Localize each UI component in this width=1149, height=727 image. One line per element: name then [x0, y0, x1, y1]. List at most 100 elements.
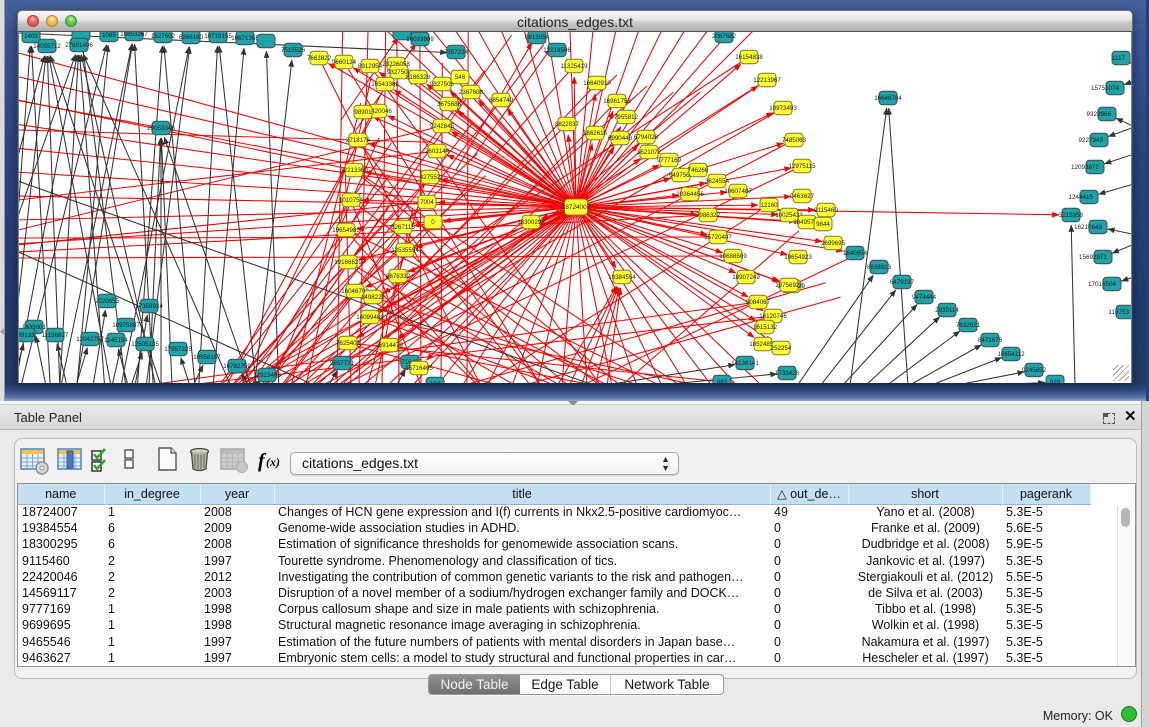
svg-text:16033809: 16033809	[406, 36, 434, 43]
svg-text:19166829: 19166829	[334, 259, 362, 266]
svg-text:9844: 9844	[816, 221, 830, 228]
svg-text:98901: 98901	[354, 109, 372, 116]
svg-text:8938923: 8938923	[867, 264, 892, 271]
svg-text:252254: 252254	[771, 345, 792, 352]
svg-text:17016504: 17016504	[1088, 281, 1117, 288]
svg-text:16543362: 16543362	[371, 81, 399, 88]
svg-text:12213967: 12213967	[753, 77, 781, 84]
svg-text:8822037: 8822037	[555, 121, 580, 128]
svg-text:12093872: 12093872	[1071, 164, 1100, 171]
svg-text:7485063: 7485063	[782, 137, 807, 144]
svg-text:2367608: 2367608	[459, 89, 484, 96]
svg-text:3624554: 3624554	[705, 178, 730, 185]
svg-text:39133: 39133	[19, 332, 35, 339]
svg-text:1145194: 1145194	[104, 337, 128, 344]
svg-text:8854749: 8854749	[489, 97, 514, 104]
svg-text:1117: 1117	[1112, 55, 1126, 62]
svg-text:10719155: 10719155	[204, 33, 232, 40]
svg-text:18724007: 18724007	[562, 204, 591, 211]
svg-text:1085: 1085	[102, 32, 116, 39]
svg-text:1403: 1403	[24, 33, 38, 40]
svg-text:11156827: 11156827	[42, 332, 69, 339]
svg-text:883: 883	[717, 379, 728, 383]
svg-text:9115460: 9115460	[814, 207, 838, 214]
svg-text:19384554: 19384554	[608, 274, 636, 281]
svg-text:8878332: 8878332	[386, 273, 411, 280]
svg-text:9660124: 9660124	[332, 59, 357, 66]
svg-text:929: 929	[1050, 379, 1061, 383]
svg-text:1862615: 1862615	[583, 130, 608, 137]
svg-text:9245652: 9245652	[1022, 367, 1047, 374]
svg-text:8912954: 8912954	[358, 63, 383, 70]
svg-text:12160: 12160	[760, 202, 778, 209]
svg-text:15751074: 15751074	[1091, 85, 1120, 92]
svg-text:16782759: 16782759	[223, 363, 251, 370]
svg-text:10975887: 10975887	[112, 322, 140, 329]
svg-text:12218506: 12218506	[543, 47, 571, 54]
svg-text:10973493: 10973493	[769, 105, 797, 112]
svg-text:2718176: 2718176	[346, 137, 371, 144]
svg-text:1640954: 1640954	[843, 250, 868, 257]
svg-text:1733426: 1733426	[775, 370, 800, 377]
svg-text:15716465: 15716465	[405, 365, 433, 372]
svg-text:15692971: 15692971	[1079, 254, 1108, 261]
svg-text:7625402: 7625402	[336, 340, 361, 347]
svg-text:6479197: 6479197	[890, 279, 915, 286]
svg-text:9084067: 9084067	[746, 299, 771, 306]
svg-text:427552: 427552	[420, 174, 441, 181]
svg-text:16961758: 16961758	[603, 98, 631, 105]
svg-text:29053346: 29053346	[147, 125, 175, 132]
svg-text:6966160: 6966160	[179, 34, 204, 41]
svg-text:746266: 746266	[688, 167, 709, 174]
svg-text:9242845: 9242845	[430, 123, 455, 130]
svg-text:1527602: 1527602	[151, 33, 176, 40]
svg-text:19654985: 19654985	[332, 227, 360, 234]
svg-text:124: 124	[430, 381, 441, 383]
svg-text:12975115: 12975115	[788, 163, 816, 170]
svg-text:6794028: 6794028	[634, 134, 659, 141]
svg-text:7663822: 7663822	[307, 55, 332, 62]
svg-text:12042757: 12042757	[76, 336, 104, 343]
svg-text:8471676: 8471676	[978, 337, 1003, 344]
svg-text:10607487: 10607487	[724, 188, 752, 195]
svg-text:14136141: 14136141	[731, 360, 759, 367]
svg-text:16120746: 16120746	[759, 313, 787, 320]
svg-text:2020655: 2020655	[95, 298, 120, 305]
svg-text:10671355: 10671355	[231, 35, 259, 42]
svg-text:20364456: 20364456	[676, 191, 704, 198]
svg-text:27691406: 27691406	[65, 42, 93, 49]
svg-text:16154838: 16154838	[735, 54, 763, 61]
svg-text:12505135: 12505135	[131, 341, 159, 348]
svg-text:2087682: 2087682	[712, 33, 737, 40]
svg-text:546: 546	[455, 74, 466, 81]
svg-text:1621072: 1621072	[637, 149, 662, 156]
svg-text:17359924: 17359924	[135, 303, 163, 310]
svg-text:1010754: 1010754	[339, 197, 364, 204]
svg-text:15720407: 15720407	[704, 234, 732, 241]
svg-text:16210643: 16210643	[1074, 224, 1103, 231]
svg-text:16914479: 16914479	[375, 342, 403, 349]
svg-text:9857721: 9857721	[330, 360, 355, 367]
svg-text:10853267: 10853267	[120, 32, 148, 38]
svg-text:7986322: 7986322	[696, 212, 721, 219]
svg-text:13535594: 13535594	[391, 247, 419, 254]
svg-text:10688609: 10688609	[719, 253, 747, 260]
svg-text:1615132: 1615132	[753, 324, 778, 331]
svg-text:10958167: 10958167	[193, 354, 221, 361]
svg-text:17957225: 17957225	[164, 346, 192, 353]
svg-text:0: 0	[431, 219, 435, 226]
svg-text:2935114: 2935114	[935, 307, 959, 314]
svg-text:10654112: 10654112	[997, 351, 1025, 358]
svg-text:1498222: 1498222	[361, 294, 386, 301]
svg-text:18907249: 18907249	[732, 274, 760, 281]
svg-text:6990448: 6990448	[608, 135, 633, 142]
svg-text:3215958: 3215958	[1059, 212, 1084, 219]
svg-text:9777169: 9777169	[657, 157, 682, 164]
svg-text:7357224: 7357224	[444, 49, 469, 56]
svg-text:7004: 7004	[420, 199, 434, 206]
svg-text:9329966: 9329966	[1086, 111, 1111, 118]
svg-text:16640910: 16640910	[583, 80, 611, 87]
svg-text:14099489: 14099489	[356, 314, 384, 321]
svg-text:10756928: 10756928	[775, 282, 803, 289]
svg-text:3675685: 3675685	[437, 101, 462, 108]
